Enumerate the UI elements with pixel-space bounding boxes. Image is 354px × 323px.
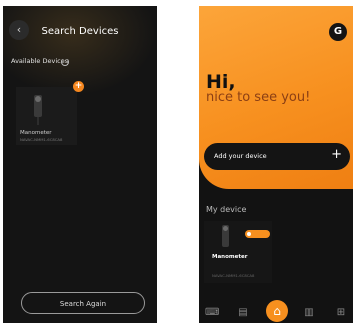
grid-icon[interactable]: ⊞ [335,307,347,319]
device-toggle[interactable] [245,230,270,238]
clipboard-icon[interactable]: ▤ [237,307,249,319]
device-card[interactable]: Manometer NAVAC-NMM1-6C8CA8 [204,221,272,283]
page-title: Search Devices [41,26,119,37]
home-screen: G Hi, nice to see you! Add your device +… [199,6,353,323]
device-serial: NAVAC-NMM1-6C8CA8 [20,137,63,142]
plus-icon: + [331,147,342,162]
device-name: Manometer [20,130,52,136]
device-name: Manometer [212,254,248,260]
keyboard-icon[interactable]: ⌨ [205,307,219,319]
add-device-button[interactable]: Add your device + [204,143,350,170]
greeting-subtitle: nice to see you! [206,90,311,105]
avatar[interactable]: G [329,23,347,41]
section-title: My device [206,205,247,214]
manometer-icon [222,225,229,247]
greeting-header: G Hi, nice to see you! Add your device + [199,6,353,189]
device-serial: NAVAC-NMM1-6C8CA8 [212,273,255,278]
device-card[interactable]: Manometer NAVAC-NMM1-6C8CA8 [16,87,77,145]
manometer-icon [34,95,42,125]
add-device-label: Add your device [214,152,267,160]
report-icon[interactable]: ▥ [303,307,315,319]
bottom-nav: ⌨ ▤ ⌂ ▥ ⊞ [199,300,353,323]
search-again-button[interactable]: Search Again [21,292,145,314]
search-devices-screen: ‹ Search Devices Available Devices Manom… [3,6,157,323]
add-device-button[interactable]: + [73,81,84,92]
loading-spinner-icon [61,58,69,66]
home-icon[interactable]: ⌂ [266,300,288,322]
available-devices-label: Available Devices [11,57,69,65]
